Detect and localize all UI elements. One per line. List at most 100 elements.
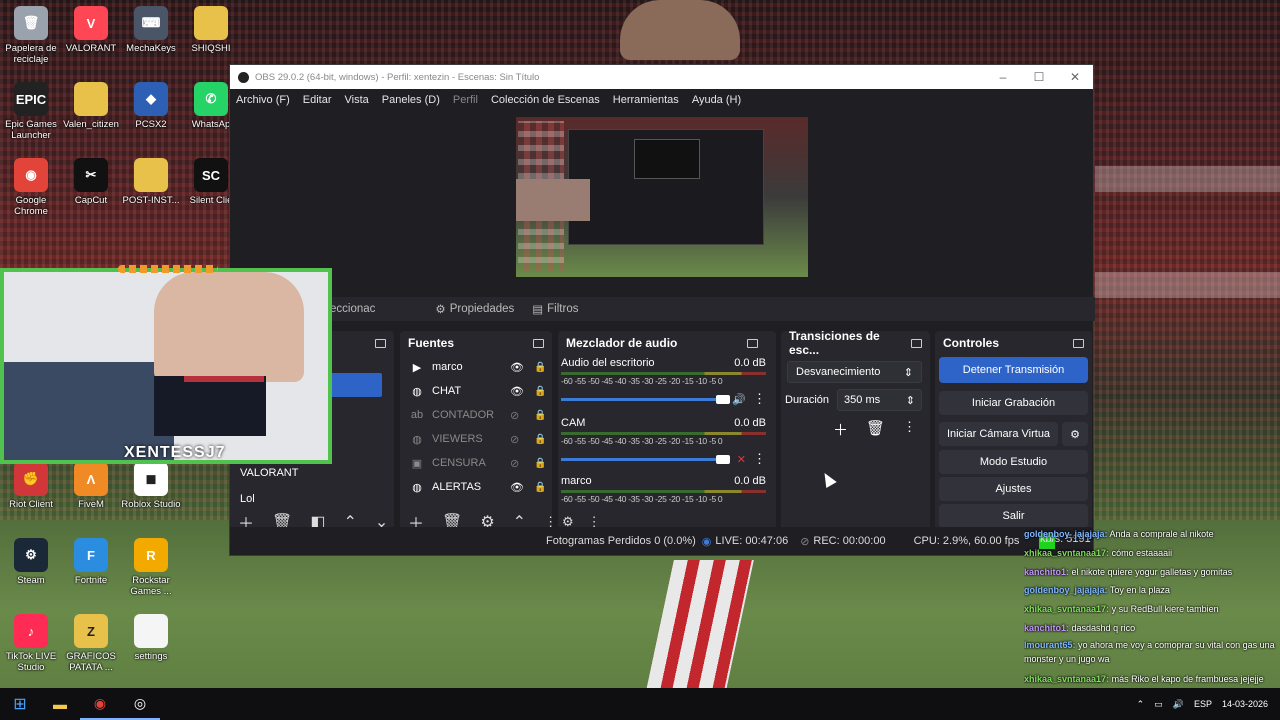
- eye-hidden-icon[interactable]: ⊘: [510, 433, 524, 446]
- desktop-icon-label: Epic Games Launcher: [5, 119, 57, 141]
- transition-select[interactable]: Desvanecimiento ⇕: [787, 361, 922, 383]
- menu-editar[interactable]: Editar: [303, 94, 332, 106]
- desktop-icon[interactable]: ⌨ MechaKeys: [120, 6, 182, 54]
- desktop-icon[interactable]: ⚙ Steam: [0, 538, 62, 586]
- clock[interactable]: 14-03-2026: [1222, 699, 1268, 710]
- filters-button[interactable]: ▤ Filtros: [532, 302, 578, 316]
- menu-perfil[interactable]: Perfil: [453, 94, 478, 106]
- source-item[interactable]: ◍ CHAT 👁 🔒: [400, 379, 552, 403]
- transition-more-button[interactable]: ⋮: [903, 419, 916, 440]
- transitions-title: Transiciones de esc...: [789, 329, 880, 357]
- muted-icon[interactable]: ✕: [728, 453, 746, 466]
- source-item[interactable]: ab CONTADOR ⊘ 🔒: [400, 403, 552, 427]
- virtual-camera-settings-button[interactable]: ⚙: [1062, 422, 1088, 446]
- network-icon[interactable]: ▭: [1154, 699, 1163, 710]
- menu-coleccion[interactable]: Colección de Escenas: [491, 94, 600, 106]
- obs-taskbar-icon[interactable]: ◎: [120, 688, 160, 720]
- menu-ayuda[interactable]: Ayuda (H): [692, 94, 741, 106]
- file-icon: [134, 614, 168, 648]
- updown-icon: ⇕: [905, 394, 915, 407]
- eye-icon[interactable]: 👁: [510, 361, 524, 374]
- maximize-button[interactable]: ☐: [1021, 70, 1057, 84]
- desktop-icon[interactable]: F Fortnite: [60, 538, 122, 586]
- eye-hidden-icon[interactable]: ⊘: [510, 457, 524, 470]
- menu-vista[interactable]: Vista: [345, 94, 369, 106]
- language-indicator[interactable]: ESP: [1194, 699, 1212, 709]
- chat-message: xhikaa_svntanaa17: cómo estaaaaii: [1024, 544, 1280, 563]
- remove-transition-button[interactable]: 🗑: [866, 419, 885, 440]
- folder-icon: [194, 6, 228, 40]
- source-item[interactable]: ▣ CENSURA ⊘ 🔒: [400, 451, 552, 475]
- desktop-icon[interactable]: ✂ CapCut: [60, 158, 122, 206]
- eye-icon[interactable]: 👁: [510, 481, 524, 494]
- desktop-icon[interactable]: ✊ Riot Client: [0, 462, 62, 510]
- settings-button[interactable]: Ajustes: [939, 477, 1088, 501]
- obs-titlebar: OBS 29.0.2 (64-bit, windows) - Perfil: x…: [230, 65, 1093, 89]
- channel-menu-button[interactable]: ⋮: [746, 391, 766, 407]
- file-explorer-icon[interactable]: ▬: [40, 688, 80, 720]
- lock-icon[interactable]: 🔒: [534, 434, 546, 445]
- obs-preview[interactable]: [516, 117, 808, 277]
- desktop-icon[interactable]: settings: [120, 614, 182, 662]
- chat-username: xhikaa_svntanaa17:: [1024, 547, 1110, 558]
- eye-hidden-icon[interactable]: ⊘: [510, 409, 524, 422]
- stop-stream-button[interactable]: Detener Transmisión: [939, 357, 1088, 383]
- minimize-button[interactable]: –: [985, 70, 1021, 84]
- menu-herramientas[interactable]: Herramientas: [613, 94, 679, 106]
- virtual-camera-button[interactable]: Iniciar Cámara Virtua: [939, 422, 1058, 446]
- desktop-icon[interactable]: POST-INST...: [120, 158, 182, 206]
- duration-input[interactable]: 350 ms ⇕: [837, 389, 922, 411]
- source-item[interactable]: ◍ VIEWERS ⊘ 🔒: [400, 427, 552, 451]
- source-item[interactable]: ◍ ALERTAS 👁 🔒: [400, 475, 552, 499]
- speaker-icon[interactable]: 🔊: [728, 393, 746, 406]
- scene-selected-highlight[interactable]: [328, 373, 382, 397]
- desktop-icon[interactable]: ◆ PCSX2: [120, 82, 182, 130]
- volume-slider[interactable]: [561, 454, 730, 464]
- undock-icon[interactable]: [1073, 338, 1084, 348]
- desktop-icon[interactable]: Valen_citizen: [60, 82, 122, 130]
- lock-icon[interactable]: 🔒: [534, 482, 546, 493]
- tab-selection[interactable]: eccionac: [330, 303, 375, 315]
- desktop-icon[interactable]: ◉ Google Chrome: [0, 158, 62, 217]
- lock-icon[interactable]: 🔒: [534, 410, 546, 421]
- undock-icon[interactable]: [747, 338, 758, 348]
- windows-start-icon[interactable]: ⊞: [0, 688, 40, 720]
- scene-item[interactable]: Lol: [240, 493, 255, 505]
- desktop-icon[interactable]: ♪ TikTok LIVE Studio: [0, 614, 62, 673]
- rec-icon: ⊘: [800, 535, 810, 548]
- undock-icon[interactable]: [911, 338, 922, 348]
- mixer-channel: CAM 0.0 dB -60 -55 -50 -45 -40 -35 -30 -25…: [561, 417, 766, 467]
- volume-icon[interactable]: 🔊: [1173, 699, 1184, 710]
- desktop-icon[interactable]: R Rockstar Games ...: [120, 538, 182, 597]
- close-button[interactable]: ✕: [1057, 70, 1093, 84]
- chrome-taskbar-icon[interactable]: ◉: [80, 688, 120, 720]
- desktop-icon[interactable]: EPIC Epic Games Launcher: [0, 82, 62, 141]
- undock-icon[interactable]: [533, 338, 544, 348]
- menu-archivo[interactable]: Archivo (F): [236, 94, 290, 106]
- desktop-icon[interactable]: ◼ Roblox Studio: [120, 462, 182, 510]
- desktop-icon[interactable]: V VALORANT: [60, 6, 122, 54]
- capcut-icon: ✂: [74, 158, 108, 192]
- source-item[interactable]: ▶ marco 👁 🔒: [400, 355, 552, 379]
- volume-slider[interactable]: [561, 394, 730, 404]
- gear-icon: ⚙: [1070, 428, 1080, 441]
- undock-icon[interactable]: [375, 338, 386, 348]
- obs-source-toolbar: eccionac ⚙ Propiedades ▤ Filtros: [230, 297, 1095, 321]
- desktop-icon[interactable]: Z GRAFICOS PATATA ...: [60, 614, 122, 673]
- tray-arrow-icon[interactable]: ⌃: [1137, 699, 1145, 710]
- menu-paneles[interactable]: Paneles (D): [382, 94, 440, 106]
- start-recording-button[interactable]: Iniciar Grabación: [939, 391, 1088, 415]
- desktop-icon[interactable]: 🗑 Papelera de reciclaje: [0, 6, 62, 65]
- source-name: CHAT: [432, 385, 462, 397]
- lock-icon[interactable]: 🔒: [534, 386, 546, 397]
- desktop-icon[interactable]: SHIQSHI: [180, 6, 242, 54]
- desktop-icon[interactable]: Λ FiveM: [60, 462, 122, 510]
- properties-button[interactable]: ⚙ Propiedades: [435, 302, 514, 316]
- eye-icon[interactable]: 👁: [510, 385, 524, 398]
- lock-icon[interactable]: 🔒: [534, 362, 546, 373]
- channel-menu-button[interactable]: ⋮: [746, 451, 766, 467]
- studio-mode-button[interactable]: Modo Estudio: [939, 450, 1088, 474]
- scene-item[interactable]: VALORANT: [240, 467, 298, 479]
- lock-icon[interactable]: 🔒: [534, 458, 546, 469]
- add-transition-button[interactable]: ＋: [833, 419, 848, 440]
